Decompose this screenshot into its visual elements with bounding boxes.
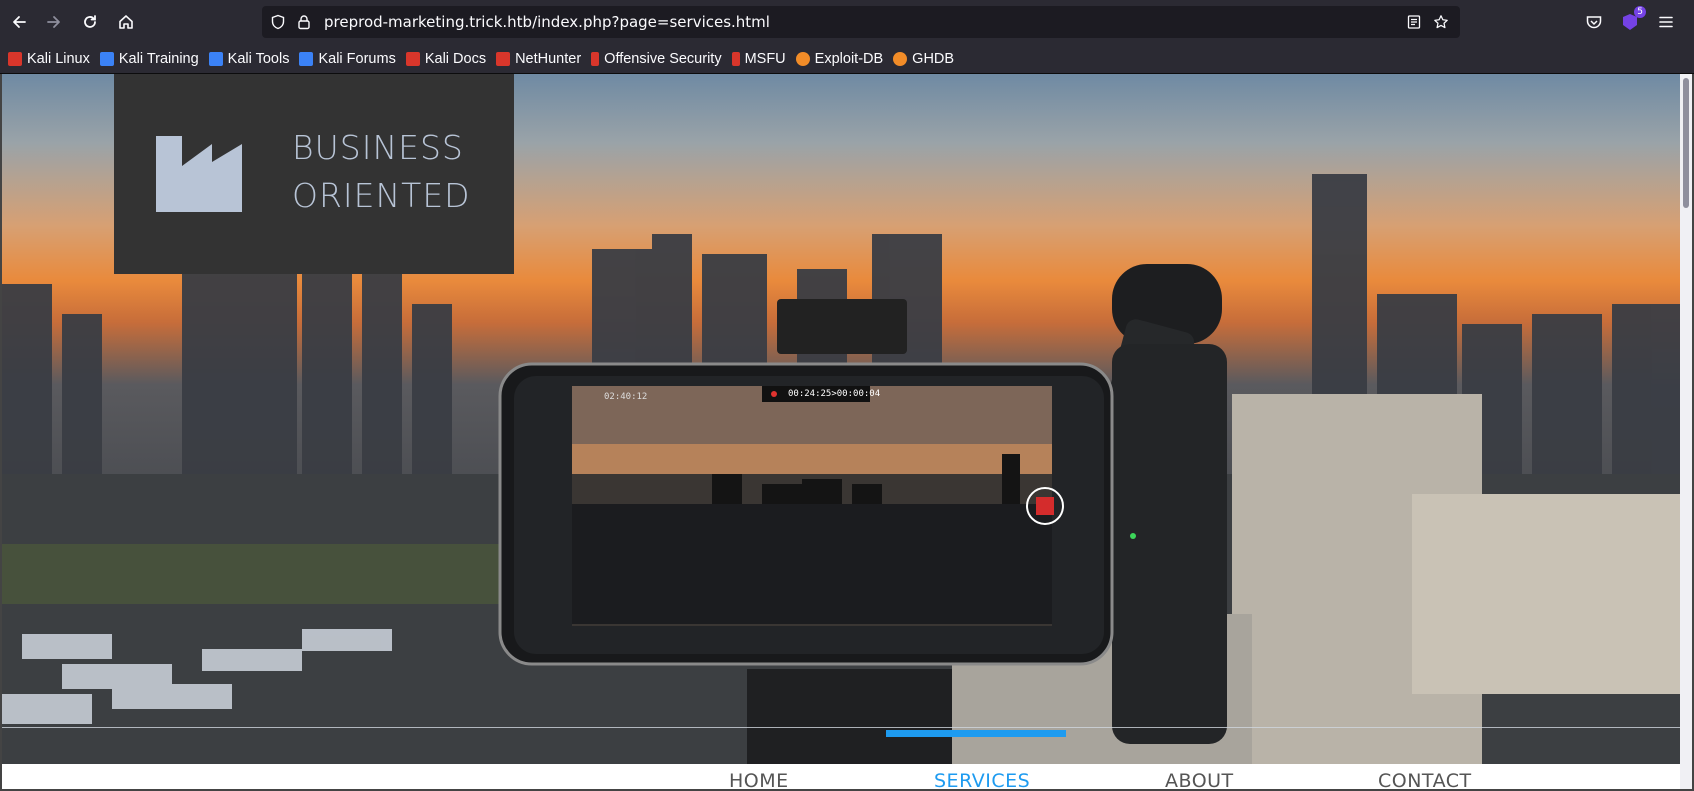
kali-docs-icon	[405, 51, 420, 66]
kali-forums-icon	[299, 51, 314, 66]
home-icon	[119, 15, 133, 29]
bookmark-label: Kali Training	[118, 50, 199, 67]
reader-view-icon[interactable]	[1406, 14, 1422, 30]
bookmark-kali-docs[interactable]: Kali Docs	[405, 50, 487, 67]
kali-training-icon	[99, 51, 114, 66]
bookmark-kali-training[interactable]: Kali Training	[99, 50, 199, 67]
bookmark-label: Offensive Security	[604, 50, 722, 67]
hero-image: 02:40:12 00:24:25>00:00:04 BUSINESS ORIE…	[2, 74, 1682, 764]
logo-text: BUSINESS ORIENTED	[292, 124, 471, 220]
bookmark-offensive-security[interactable]: Offensive Security	[591, 50, 722, 67]
bookmark-kali-forums[interactable]: Kali Forums	[299, 50, 396, 67]
logo-line-2: ORIENTED	[292, 176, 471, 215]
bookmark-nethunter[interactable]: NetHunter	[496, 51, 581, 67]
page-viewport: 02:40:12 00:24:25>00:00:04 BUSINESS ORIE…	[0, 74, 1694, 791]
factory-icon	[156, 136, 242, 212]
logo-line-1: BUSINESS	[292, 128, 464, 167]
bookmark-label: Kali Tools	[227, 50, 290, 67]
msfu-icon	[731, 51, 740, 66]
extensions-badge: 5	[1634, 6, 1646, 18]
offsec-icon	[591, 51, 600, 66]
bookmark-star-icon[interactable]	[1433, 14, 1449, 30]
phone-recording-text: 00:24:25>00:00:04	[788, 389, 881, 399]
bookmark-label: Kali Linux	[27, 50, 90, 67]
reload-icon	[84, 15, 96, 28]
bookmark-msfu[interactable]: MSFU	[731, 50, 786, 67]
nav-about[interactable]: ABOUT	[1165, 770, 1234, 789]
ghdb-icon	[893, 51, 908, 66]
kali-dragon-icon	[8, 51, 22, 66]
bookmark-exploit-db[interactable]: Exploit-DB	[795, 50, 884, 67]
phone-storage-text: 02:40:12	[604, 392, 648, 402]
forward-button[interactable]	[40, 8, 68, 36]
arrow-right-icon	[47, 16, 60, 28]
nethunter-icon	[496, 51, 511, 66]
kali-tools-icon	[208, 51, 223, 66]
pocket-icon[interactable]	[1582, 10, 1606, 34]
bookmark-label: Kali Docs	[424, 50, 487, 67]
shield-icon[interactable]	[270, 14, 286, 30]
bookmark-label: GHDB	[912, 50, 955, 67]
scrollbar-thumb[interactable]	[1683, 78, 1689, 208]
nav-contact[interactable]: CONTACT	[1378, 770, 1472, 789]
arrow-left-icon	[13, 16, 26, 28]
bookmark-label: Exploit-DB	[814, 50, 884, 67]
back-button[interactable]	[5, 8, 33, 36]
exploit-db-icon	[795, 51, 810, 66]
bookmark-label: MSFU	[744, 50, 786, 67]
home-button[interactable]	[112, 8, 140, 36]
bookmark-kali-linux[interactable]: Kali Linux	[8, 51, 90, 67]
nav-divider	[2, 727, 1682, 728]
nav-home[interactable]: HOME	[729, 770, 789, 789]
bookmarks-toolbar: Kali Linux Kali Training Kali Tools Kali…	[0, 44, 1694, 74]
bookmark-ghdb[interactable]: GHDB	[893, 51, 954, 67]
page-scrollbar[interactable]	[1680, 74, 1692, 789]
active-nav-indicator	[886, 730, 1066, 737]
browser-toolbar: preprod-marketing.trick.htb/index.php?pa…	[0, 0, 1694, 44]
hamburger-menu-icon	[1659, 16, 1673, 28]
extensions-button[interactable]: 5	[1618, 6, 1646, 34]
bookmark-label: NetHunter	[515, 50, 582, 67]
nav-services[interactable]: SERVICES	[934, 770, 1030, 789]
reload-button[interactable]	[76, 8, 104, 36]
url-text[interactable]: preprod-marketing.trick.htb/index.php?pa…	[324, 13, 770, 31]
bookmark-label: Kali Forums	[318, 50, 396, 67]
menu-button[interactable]	[1654, 10, 1678, 34]
bookmark-kali-tools[interactable]: Kali Tools	[208, 50, 290, 67]
site-logo[interactable]: BUSINESS ORIENTED	[114, 74, 514, 274]
lock-icon[interactable]	[296, 14, 312, 30]
url-bar[interactable]: preprod-marketing.trick.htb/index.php?pa…	[262, 6, 1460, 38]
